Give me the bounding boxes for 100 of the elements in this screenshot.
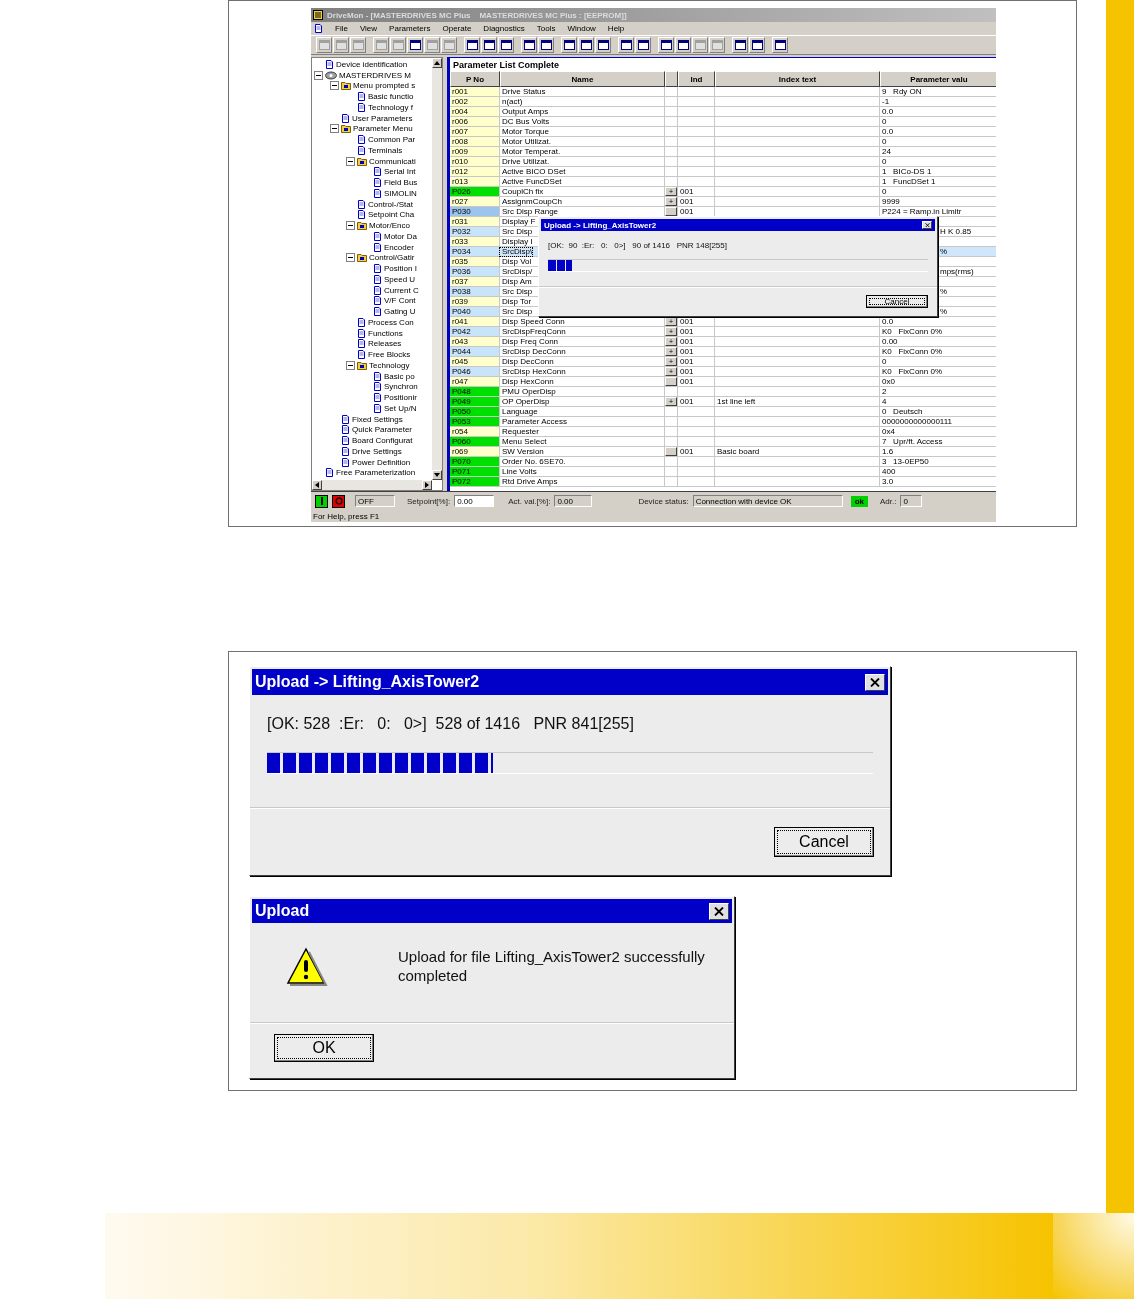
table-row[interactable]: r013 Active FuncDSet 1 FuncDSet 1 — [450, 177, 996, 187]
table-row[interactable]: P053 Parameter Access 0000000000000111 — [450, 417, 996, 427]
cancel-button[interactable]: Cancel — [866, 295, 928, 308]
tree-item[interactable]: Drive Settings — [352, 446, 402, 456]
column-header[interactable]: Ind — [678, 71, 715, 87]
collapse-icon[interactable] — [330, 81, 339, 91]
setpoint-field[interactable]: 0.00 — [454, 495, 495, 507]
tree-item[interactable]: User Parameters — [352, 113, 413, 123]
menu-item[interactable]: Diagnostics — [483, 24, 525, 33]
toolbar-button[interactable] — [561, 37, 577, 53]
expand-button[interactable] — [665, 377, 677, 386]
table-row[interactable]: r001 Drive Status 9 Rdy ON — [450, 87, 996, 97]
tree-item[interactable]: V/F Cont — [384, 296, 416, 306]
tree-item[interactable]: SIMOLIN — [384, 188, 417, 198]
tree-item[interactable]: Motor/Enco — [369, 221, 410, 231]
ok-button[interactable]: OK — [274, 1034, 374, 1062]
collapse-icon[interactable] — [314, 70, 323, 80]
table-row[interactable]: r007 Motor Torque 0.0 — [450, 127, 996, 137]
column-header[interactable]: Name — [500, 71, 665, 87]
toolbar-button[interactable] — [635, 37, 651, 53]
tree-item[interactable]: Positionir — [384, 393, 417, 403]
table-row[interactable]: P072 Rtd Drive Amps 3.0 — [450, 477, 996, 487]
expand-button[interactable] — [665, 447, 677, 456]
table-row[interactable]: P060 Menu Select 7 Upr/ft. Access — [450, 437, 996, 447]
tree-item[interactable]: Gating U — [384, 307, 416, 317]
tree-item[interactable]: Synchron — [384, 382, 418, 392]
table-row[interactable]: r008 Motor Utilizat. 0 — [450, 137, 996, 147]
tree-item[interactable]: Set Up/N — [384, 403, 417, 413]
tree-item[interactable]: Encoder — [384, 242, 414, 252]
table-row[interactable]: r047 Disp HexConn 001 0x0 — [450, 377, 996, 387]
tree-item[interactable]: Position I — [384, 264, 417, 274]
tree-item[interactable]: Terminals — [368, 145, 403, 155]
power-off-button[interactable] — [332, 494, 345, 508]
collapse-icon[interactable] — [346, 360, 355, 370]
table-row[interactable]: P070 Order No. 6SE70. 3 13-0EP50 — [450, 457, 996, 467]
table-row[interactable]: r004 Output Amps 0.0 — [450, 107, 996, 117]
menu-item[interactable]: Window — [567, 24, 596, 33]
tree-item[interactable]: Process Con — [368, 317, 414, 327]
tree-item[interactable]: MASTERDRIVES M — [339, 70, 411, 80]
toolbar-button[interactable] — [521, 37, 537, 53]
toolbar-button[interactable] — [732, 37, 748, 53]
toolbar-button[interactable] — [538, 37, 554, 53]
tree-item[interactable]: Serial Int — [384, 167, 416, 177]
toolbar-button[interactable] — [407, 37, 423, 53]
scrollbar[interactable] — [432, 58, 442, 480]
expand-button[interactable] — [665, 207, 677, 216]
collapse-icon[interactable] — [346, 253, 355, 263]
tree-item[interactable]: Releases — [368, 339, 402, 349]
menu-item[interactable]: File — [335, 24, 348, 33]
scroll-left-button[interactable] — [312, 480, 322, 490]
tree-item[interactable]: Functions — [368, 328, 403, 338]
scroll-down-button[interactable] — [432, 470, 442, 480]
tree-item[interactable]: Motor Da — [384, 231, 417, 241]
table-row[interactable]: r010 Drive Utilizat. 0 — [450, 157, 996, 167]
collapse-icon[interactable] — [330, 124, 339, 134]
collapse-icon[interactable] — [346, 156, 355, 166]
menu-item[interactable]: View — [359, 24, 378, 33]
collapse-icon[interactable] — [346, 221, 355, 231]
menu-item[interactable]: Tools — [536, 24, 556, 33]
toolbar-button[interactable] — [595, 37, 611, 53]
table-row[interactable]: r009 Motor Temperat. 24 — [450, 147, 996, 157]
tree-item[interactable]: Speed U — [384, 274, 416, 284]
toolbar-button[interactable] — [481, 37, 497, 53]
tree-item[interactable]: Communicati — [369, 156, 416, 166]
close-button[interactable] — [709, 902, 729, 920]
tree-item[interactable]: Current C — [384, 285, 419, 295]
toolbar-button[interactable] — [578, 37, 594, 53]
table-row[interactable]: r002 n(act) -1 — [450, 97, 996, 107]
tree-item[interactable]: Device identification — [336, 59, 408, 69]
power-on-button[interactable] — [315, 494, 328, 508]
cancel-button[interactable]: Cancel — [774, 827, 874, 857]
toolbar-button[interactable] — [749, 37, 765, 53]
table-row[interactable]: P071 Line Volts 400 — [450, 467, 996, 477]
tree-item[interactable]: Menu prompted s — [353, 81, 416, 91]
menu-item[interactable]: Operate — [442, 24, 472, 33]
scroll-up-button[interactable] — [432, 58, 442, 68]
tree-item[interactable]: Technology — [369, 360, 410, 370]
column-header[interactable]: Parameter valu — [880, 71, 996, 87]
table-row[interactable]: r006 DC Bus Volts 0 — [450, 117, 996, 127]
column-header[interactable]: Index text — [715, 71, 880, 87]
toolbar-button[interactable] — [658, 37, 674, 53]
menu-item[interactable]: Help — [607, 24, 625, 33]
tree-item[interactable]: Fixed Settings — [352, 414, 403, 424]
toolbar-button[interactable] — [675, 37, 691, 53]
tree-item[interactable]: Free Parameterization — [336, 468, 416, 478]
close-button[interactable] — [922, 220, 932, 230]
toolbar-button[interactable] — [618, 37, 634, 53]
tree-item[interactable]: Parameter Menu — [353, 124, 413, 134]
table-row[interactable]: r054 Requester 0x4 — [450, 427, 996, 437]
table-row[interactable]: r012 Active BICO DSet 1 BICo-DS 1 — [450, 167, 996, 177]
tree-item[interactable]: Control-/Stat — [368, 199, 413, 209]
toolbar-button[interactable] — [498, 37, 514, 53]
table-row[interactable]: P048 PMU OperDisp 2 — [450, 387, 996, 397]
tree-item[interactable]: Field Bus — [384, 178, 418, 188]
column-header[interactable]: P No — [450, 71, 500, 87]
tree-item[interactable]: Power Definition — [352, 457, 411, 467]
tree-item[interactable]: Quick Parameter — [352, 425, 413, 435]
toolbar-button[interactable] — [464, 37, 480, 53]
scrollbar[interactable] — [312, 480, 432, 490]
tree-item[interactable]: Basic po — [384, 371, 415, 381]
